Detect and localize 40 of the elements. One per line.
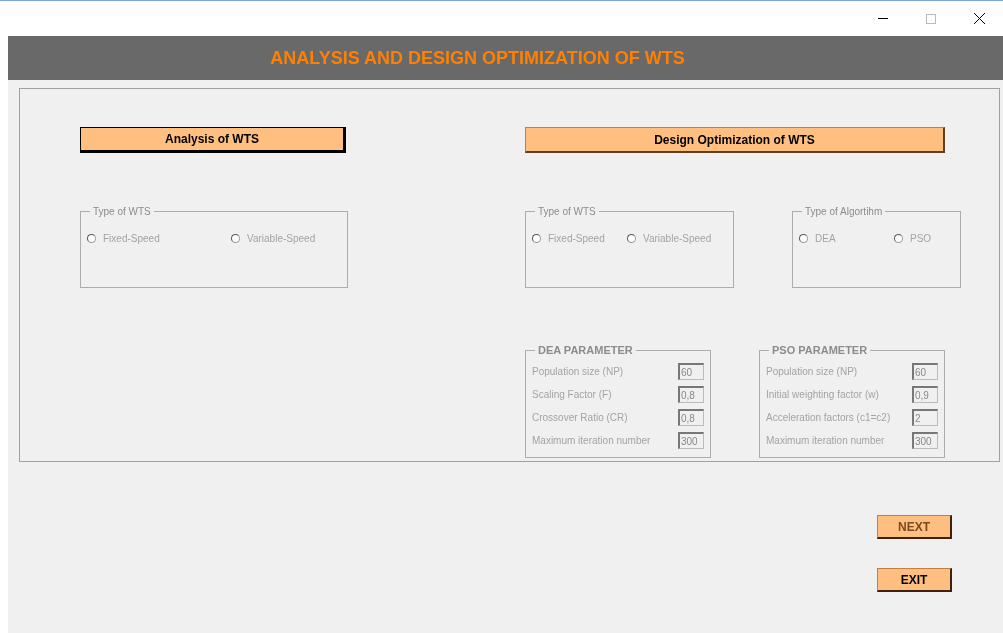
parameter-label: Crossover Ratio (CR) xyxy=(532,412,628,423)
radio-button[interactable] xyxy=(627,234,636,243)
parameter-field[interactable]: 2 xyxy=(912,409,938,426)
radio-button[interactable] xyxy=(87,234,96,243)
parameter-field[interactable]: 60 xyxy=(678,363,704,380)
maximize-icon xyxy=(926,13,936,24)
analysis-button[interactable]: Analysis of WTS xyxy=(80,127,346,153)
radio-button[interactable] xyxy=(894,234,903,243)
radio-label: DEA xyxy=(815,233,836,244)
parameter-label: Population size (NP) xyxy=(532,366,624,377)
radio-label: Variable-Speed xyxy=(643,233,712,244)
design-optimization-button[interactable]: Design Optimization of WTS xyxy=(525,127,945,153)
radio-button[interactable] xyxy=(532,234,541,243)
app-title: ANALYSIS AND DESIGN OPTIMIZATION OF WTS xyxy=(270,47,685,69)
minimize-icon xyxy=(878,18,888,19)
parameter-field[interactable]: 300 xyxy=(912,432,938,449)
action-button[interactable]: EXIT xyxy=(877,568,952,592)
group-title: Type of Algortihm xyxy=(804,206,884,217)
parameter-label: Acceleration factors (c1=c2) xyxy=(766,412,891,423)
radio-label: PSO xyxy=(910,233,932,244)
parameter-field[interactable]: 0,8 xyxy=(678,386,704,403)
close-icon xyxy=(973,13,985,24)
group-title: PSO PARAMETER xyxy=(771,344,869,356)
radio-label: Variable-Speed xyxy=(247,233,316,244)
parameter-field[interactable]: 60 xyxy=(912,363,938,380)
parameter-label: Population size (NP) xyxy=(766,366,858,377)
parameter-label: Initial weighting factor (w) xyxy=(766,389,879,400)
parameter-label: Maximum iteration number xyxy=(766,435,885,446)
parameter-field[interactable]: 300 xyxy=(678,432,704,449)
group-title: Type of WTS xyxy=(537,206,597,217)
group-title: DEA PARAMETER xyxy=(537,344,634,356)
radio-label: Fixed-Speed xyxy=(103,233,160,244)
radio-button[interactable] xyxy=(231,234,240,243)
group-title: Type of WTS xyxy=(92,206,152,217)
parameter-label: Maximum iteration number xyxy=(532,435,651,446)
radio-button[interactable] xyxy=(799,234,808,243)
parameter-field[interactable]: 0,8 xyxy=(678,409,704,426)
radio-label: Fixed-Speed xyxy=(548,233,605,244)
parameter-label: Scaling Factor (F) xyxy=(532,389,612,400)
parameter-field[interactable]: 0,9 xyxy=(912,386,938,403)
